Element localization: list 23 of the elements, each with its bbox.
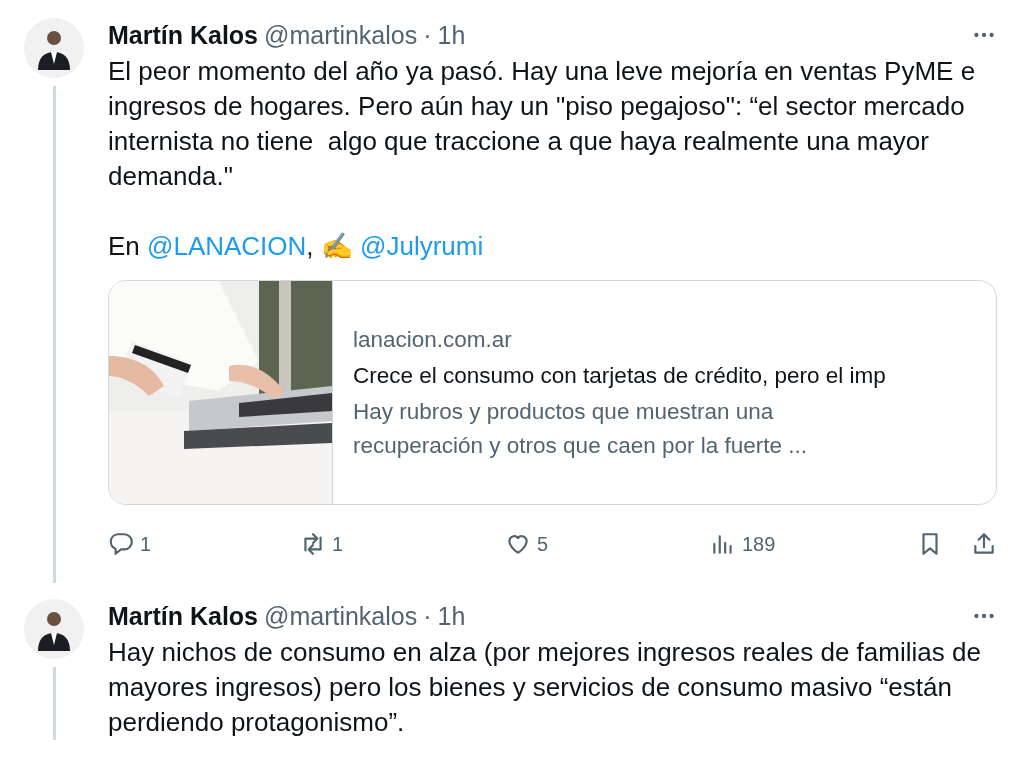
share-icon[interactable] — [971, 531, 997, 557]
separator-dot: · — [423, 20, 432, 50]
post-time[interactable]: 1h — [437, 601, 466, 631]
card-title: Crece el consumo con tarjetas de crédito, pero el imp — [353, 361, 887, 390]
post-text: El peor momento del año ya pasó. Hay una leve mejoría en ventas PyME e ingresos de hogares. Pero aún hay un "piso pegajoso": “el sector mercado internista no tiene algo que traccione a que haya realmente una mayor demanda." — [108, 55, 977, 193]
separator-dot: · — [423, 601, 432, 631]
card-domain: lanacion.com.ar — [353, 325, 513, 354]
link-card[interactable]: lanacion.com.ar Crece el consumo con tarjetas de crédito, pero el imp Hay rubros y productos que muestran una recuperación y otros que caen por la fuerte ... — [108, 280, 997, 505]
avatar[interactable] — [24, 18, 84, 78]
author-name[interactable]: Martín Kalos — [108, 20, 259, 50]
author-handle[interactable]: @martinkalos — [264, 601, 418, 631]
reply-count: 1 — [140, 532, 152, 556]
view-count: 189 — [742, 532, 776, 556]
author-name[interactable]: Martín Kalos — [108, 601, 259, 631]
like-count: 5 — [537, 532, 549, 556]
post-text: Hay nichos de consumo en alza (por mejores ingresos reales de familias de mayores ingresos) pero los bienes y servicios de consumo masivo “están perdiendo protagonismo”. — [108, 636, 982, 739]
post-text: En @LANACION, ✍ @Julyrumi — [108, 230, 485, 263]
speech-bubble-icon[interactable] — [108, 531, 134, 557]
avatar[interactable] — [24, 599, 84, 659]
card-description: Hay rubros y productos que muestran una recuperación y otros que caen por la fuerte ... — [353, 397, 808, 460]
repost-count: 1 — [332, 532, 344, 556]
post-time[interactable]: 1h — [437, 20, 466, 50]
author-handle[interactable]: @martinkalos — [264, 20, 418, 50]
